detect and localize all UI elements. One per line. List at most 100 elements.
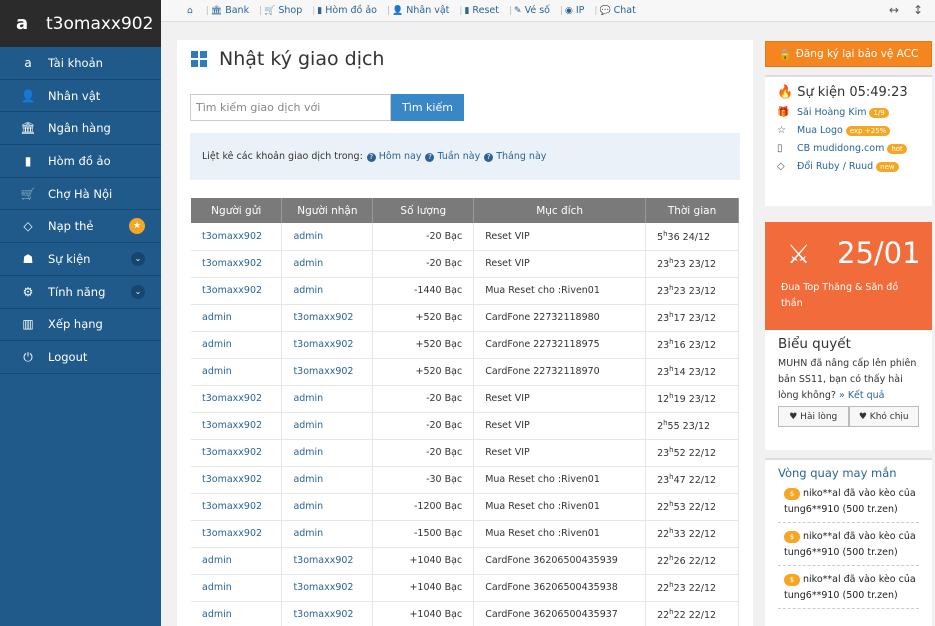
event-item[interactable]: ▯ CB mudidong.com hot (777, 143, 920, 154)
column-header[interactable]: Số lượng (372, 198, 475, 223)
time-cell: 12h19 23/12 (645, 385, 739, 413)
time-cell: 22h22 22/12 (645, 601, 739, 626)
sidebar-item[interactable]: ▮ Hòm đồ ảo (0, 145, 161, 178)
sidebar-item[interactable]: ▥ Xếp hạng (0, 309, 161, 342)
sidebar-item[interactable]: ◇ Nạp thẻ ★ (0, 210, 161, 244)
column-header[interactable]: Mục đích (473, 198, 647, 223)
poll-box: Biểu quyết MUHN đã nâng cấp lên phiên bả… (765, 330, 932, 450)
receiver-cell[interactable]: t3omaxx902 (281, 574, 374, 602)
top-nav-link[interactable]: ▮ Reset (464, 5, 499, 16)
receiver-cell[interactable]: t3omaxx902 (281, 331, 374, 359)
chevron-down-icon[interactable]: ⌄ (131, 251, 145, 266)
receiver-cell[interactable]: t3omaxx902 (281, 304, 374, 332)
search-button[interactable]: Tìm kiếm (391, 94, 464, 121)
top-nav-link[interactable]: 🏛 Bank (211, 5, 249, 16)
time-cell: 23h17 23/12 (645, 304, 739, 332)
purpose-cell: Mua Reset cho :Riven01 (473, 493, 647, 521)
sender-cell[interactable]: admin (191, 574, 283, 602)
receiver-cell[interactable]: admin (281, 466, 374, 494)
resize-horizontal-icon[interactable]: ↔ (889, 3, 899, 17)
sender-cell[interactable]: admin (191, 304, 283, 332)
sender-cell[interactable]: t3omaxx902 (191, 493, 283, 521)
amount-cell: +520 Bạc (372, 304, 475, 332)
list-item: $ niko**al đã vào kèo của tung6**910 (500… (778, 566, 919, 609)
search-bar: Tìm kiếm (190, 94, 464, 121)
poll-like-button[interactable]: ♥ Hài lòng (778, 406, 849, 427)
top-nav-link[interactable]: ◉ IP (565, 5, 584, 16)
sidebar-item[interactable]: 🏛 Ngân hàng (0, 112, 161, 146)
top-nav-link[interactable]: 🛒 Shop (264, 5, 302, 16)
sender-cell[interactable]: t3omaxx902 (191, 385, 283, 413)
sidebar-item[interactable]: 👤 Nhân vật (0, 80, 161, 113)
promo-box[interactable]: ⚔ 25/01 Đua Top Thăng & Săn đồ thần (765, 222, 932, 330)
purpose-cell: Reset VIP (473, 250, 647, 278)
brand[interactable]: a t3omaxx902 (0, 0, 161, 47)
register-protect-button[interactable]: 🔒 Đăng ký lại bảo vệ ACC (765, 41, 932, 67)
filter-link[interactable]: ? Tháng này (484, 151, 546, 162)
event-item[interactable]: ◇ Đổi Ruby / Ruud new (777, 161, 920, 172)
sender-cell[interactable]: t3omaxx902 (191, 223, 283, 251)
purpose-cell: Reset VIP (473, 385, 647, 413)
amount-cell: -1200 Bạc (372, 493, 475, 521)
sender-cell[interactable]: t3omaxx902 (191, 520, 283, 548)
receiver-cell[interactable]: admin (281, 223, 374, 251)
receiver-cell[interactable]: admin (281, 385, 374, 413)
table-row: admin t3omaxx902 +1040 Bạc CardFone 3620… (191, 601, 739, 626)
sidebar-item[interactable]: ☗ Sự kiện ⌄ (0, 243, 161, 276)
lock-icon: 🔒 (778, 48, 792, 61)
poll-result-link[interactable]: » Kết quả (839, 390, 885, 401)
receiver-cell[interactable]: admin (281, 520, 374, 548)
column-header[interactable]: Thời gian (645, 198, 739, 223)
receiver-cell[interactable]: t3omaxx902 (281, 601, 374, 626)
amount-cell: -20 Bạc (372, 385, 475, 413)
purpose-cell: CardFone 22732118975 (473, 331, 647, 359)
receiver-cell[interactable]: t3omaxx902 (281, 547, 374, 575)
sidebar-item[interactable]: 🛒 Chợ Hà Nội (0, 178, 161, 211)
filter-link[interactable]: ? Hôm nay (366, 151, 421, 162)
time-cell: 22h23 22/12 (645, 574, 739, 602)
receiver-cell[interactable]: admin (281, 250, 374, 278)
sender-cell[interactable]: t3omaxx902 (191, 412, 283, 440)
time-cell: 23h23 23/12 (645, 250, 739, 278)
top-nav-link[interactable]: ✎ Vé số (514, 5, 550, 16)
table-row: t3omaxx902 admin -30 Bạc Mua Reset cho :… (191, 466, 739, 494)
sidebar-item[interactable]: ⏻ Logout (0, 341, 161, 374)
receiver-cell[interactable]: admin (281, 277, 374, 305)
sender-cell[interactable]: t3omaxx902 (191, 277, 283, 305)
home-link[interactable]: ⌂ (187, 6, 196, 16)
event-item[interactable]: ☆ Mua Logo exp +25% (777, 125, 920, 136)
sender-cell[interactable]: t3omaxx902 (191, 466, 283, 494)
top-nav-link[interactable]: 💬 Chat (599, 5, 635, 16)
filter-link[interactable]: ? Tuần này (425, 151, 480, 162)
poll-dislike-button[interactable]: ♥ Khó chịu (848, 406, 919, 427)
amount-cell: +1040 Bạc (372, 601, 475, 626)
receiver-cell[interactable]: t3omaxx902 (281, 358, 374, 386)
receiver-cell[interactable]: admin (281, 412, 374, 440)
column-header[interactable]: Người nhận (281, 198, 374, 223)
receiver-cell[interactable]: admin (281, 439, 374, 467)
resize-vertical-icon[interactable]: ↕ (913, 3, 923, 17)
sender-cell[interactable]: t3omaxx902 (191, 250, 283, 278)
search-input[interactable] (190, 94, 391, 121)
event-icon: 🎁 (777, 107, 790, 118)
sender-cell[interactable]: admin (191, 601, 283, 626)
sender-cell[interactable]: t3omaxx902 (191, 439, 283, 467)
top-nav-link[interactable]: 👤 Nhân vật (392, 5, 449, 16)
sidebar-item[interactable]: a Tài khoản (0, 47, 161, 80)
sender-cell[interactable]: admin (191, 547, 283, 575)
column-header[interactable]: Người gửi (191, 198, 283, 223)
chevron-down-icon[interactable]: ⌄ (131, 284, 145, 299)
sidebar-item[interactable]: ⚙ Tính năng ⌄ (0, 276, 161, 309)
receiver-cell[interactable]: admin (281, 493, 374, 521)
event-item[interactable]: 🎁 Săi Hoàng Kim 1/9 (777, 107, 920, 118)
sender-cell[interactable]: admin (191, 358, 283, 386)
sender-cell[interactable]: admin (191, 331, 283, 359)
amount-cell: -1500 Bạc (372, 520, 475, 548)
wheel-title[interactable]: Vòng quay may mắn (778, 466, 919, 480)
top-nav-link[interactable]: ▮ Hòm đồ ảo (317, 5, 377, 16)
purpose-cell: CardFone 36206500435939 (473, 547, 647, 575)
top-nav-label: Nhân vật (406, 5, 450, 16)
sidebar-item-label: Logout (48, 350, 88, 365)
coin-icon: $ (784, 531, 800, 543)
coin-icon: $ (784, 574, 800, 586)
